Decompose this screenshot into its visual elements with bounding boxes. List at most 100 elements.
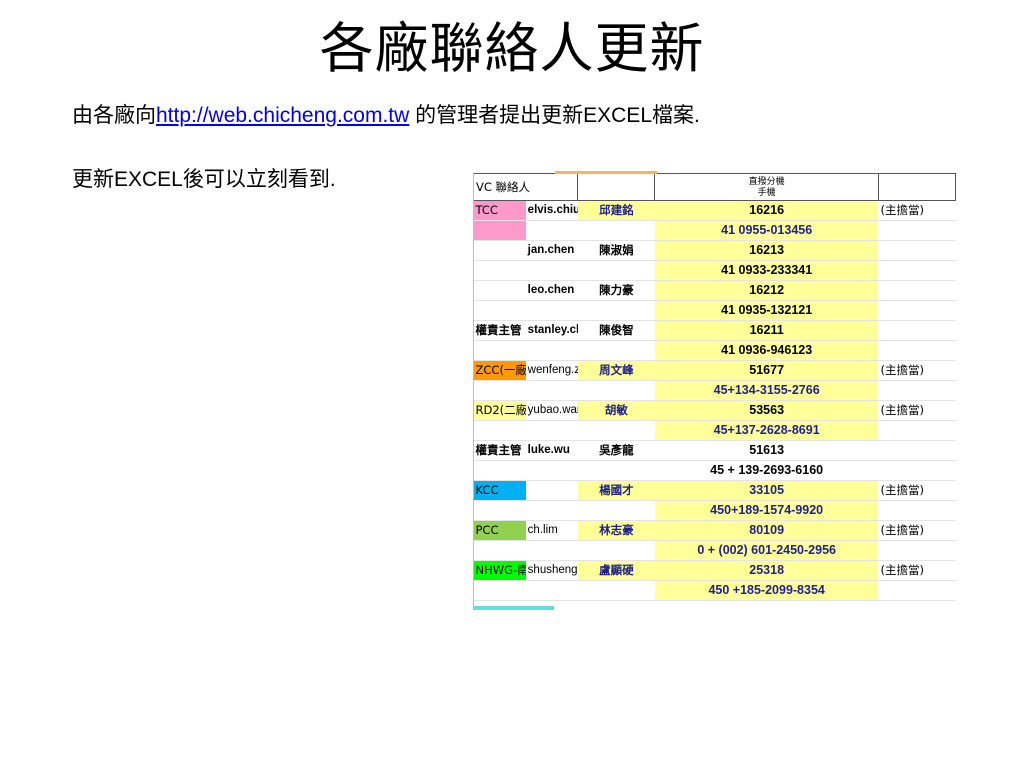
name-cell: 胡敏 xyxy=(577,400,655,421)
table-row: 權責主管 luke.wu 吳彥龍 51613 xyxy=(473,440,956,461)
role-cell xyxy=(878,280,956,301)
note-line: 更新EXCEL後可以立刻看到. xyxy=(72,168,336,191)
sheet-bottom-accent xyxy=(473,606,554,610)
name-cell xyxy=(577,420,655,441)
table-row: ZCC(一廠)wenfeng.zhou周文峰51677(主擔當) xyxy=(473,360,956,381)
name-cell xyxy=(577,380,655,401)
table-row: leo.chen 陳力豪 16212 xyxy=(473,280,956,301)
header-phone-cell: 直撥分機 手機 xyxy=(654,173,879,201)
name-cell xyxy=(577,260,655,281)
unit-cell xyxy=(473,240,526,261)
phone-cell: 51677 xyxy=(654,360,879,381)
phone-cell: 450+189-1574-9920 xyxy=(654,500,879,521)
account-cell: wenfeng.zhou xyxy=(525,360,578,381)
role-cell xyxy=(878,420,956,441)
name-cell: 吳彥龍 xyxy=(577,440,655,461)
account-cell: luke.wu xyxy=(525,440,578,461)
role-cell xyxy=(878,580,956,601)
role-cell: (主擔當) xyxy=(878,560,956,581)
table-body: TCC elvis.chiu 邱建銘 16216 (主擔當) 41 0955-013456… xyxy=(473,200,956,601)
account-cell xyxy=(525,540,578,561)
table-row: 41 0936-946123 xyxy=(473,340,956,361)
header-contact-label: VC 聯絡人 xyxy=(472,173,579,201)
phone-cell: 51613 xyxy=(654,440,879,461)
account-cell xyxy=(525,380,578,401)
website-link[interactable]: http://web.chicheng.com.tw xyxy=(156,104,409,127)
role-cell xyxy=(878,220,956,241)
phone-cell: 45+134-3155-2766 xyxy=(654,380,879,401)
table-row: TCC elvis.chiu 邱建銘 16216 (主擔當) xyxy=(473,200,956,221)
role-cell: (主擔當) xyxy=(878,480,956,501)
header-role-cell xyxy=(877,173,957,201)
name-cell: 陳力豪 xyxy=(577,280,655,301)
table-row: PCC ch.lim 林志豪 80109 (主擔當) xyxy=(473,520,956,541)
account-cell xyxy=(525,580,578,601)
name-cell xyxy=(577,340,655,361)
table-row: 450 +185-2099-8354 xyxy=(473,580,956,601)
unit-cell: PCC xyxy=(473,520,526,541)
role-cell xyxy=(878,300,956,321)
account-cell xyxy=(525,460,578,481)
phone-cell: 41 0936-946123 xyxy=(654,340,879,361)
phone-cell: 80109 xyxy=(654,520,879,541)
name-cell: 周文峰 xyxy=(577,360,655,381)
unit-cell: RD2(二廠) xyxy=(473,400,526,421)
unit-cell xyxy=(473,500,526,521)
role-cell xyxy=(878,540,956,561)
role-cell: (主擔當) xyxy=(878,200,956,221)
phone-cell: 16216 xyxy=(654,200,879,221)
role-cell xyxy=(878,460,956,481)
column-highlight-bar xyxy=(555,171,657,174)
instruction-prefix: 由各廠向 xyxy=(72,104,156,127)
unit-cell xyxy=(473,380,526,401)
name-cell: 盧顯硬 xyxy=(577,560,655,581)
account-cell: leo.chen xyxy=(525,280,578,301)
name-cell: 陳俊智 xyxy=(577,320,655,341)
unit-cell xyxy=(473,300,526,321)
unit-cell xyxy=(473,540,526,561)
phone-cell: 41 0933-233341 xyxy=(654,260,879,281)
role-cell xyxy=(878,340,956,361)
role-cell xyxy=(878,320,956,341)
slide-title: 各廠聯絡人更新 xyxy=(319,17,705,80)
role-cell: (主擔當) xyxy=(878,520,956,541)
phone-cell: 0 + (002) 601-2450-2956 xyxy=(654,540,879,561)
name-cell xyxy=(577,500,655,521)
role-cell xyxy=(878,240,956,261)
table-row: 45 + 139-2693-6160 xyxy=(473,460,956,481)
phone-cell: 450 +185-2099-8354 xyxy=(654,580,879,601)
account-cell xyxy=(525,340,578,361)
unit-cell: ZCC(一廠) xyxy=(473,360,526,381)
phone-cell: 16211 xyxy=(654,320,879,341)
account-cell: shusheng.wang xyxy=(525,560,578,581)
account-cell: elvis.chiu xyxy=(525,200,578,221)
role-cell xyxy=(878,440,956,461)
account-cell: ch.lim xyxy=(525,520,578,541)
name-cell: 陳淑娟 xyxy=(577,240,655,261)
header-extension-label: 直撥分機 xyxy=(748,176,785,186)
name-cell xyxy=(577,460,655,481)
header-mobile-label: 手機 xyxy=(757,187,776,197)
name-cell xyxy=(577,300,655,321)
unit-cell xyxy=(473,460,526,481)
unit-cell xyxy=(473,420,526,441)
contact-table: VC 聯絡人 直撥分機 手機 TCC elvis.chiu 邱建銘 16216 (主擔當… xyxy=(472,173,957,601)
phone-cell: 16213 xyxy=(654,240,879,261)
unit-cell xyxy=(473,280,526,301)
table-row: 41 0933-233341 xyxy=(473,260,956,281)
table-row: 45+134-3155-2766 xyxy=(473,380,956,401)
account-cell xyxy=(525,480,578,501)
table-row: KCC 楊國才 33105 (主擔當) xyxy=(473,480,956,501)
role-cell xyxy=(878,380,956,401)
header-name-cell xyxy=(577,173,656,201)
table-row: 41 0955-013456 xyxy=(473,220,956,241)
instruction-line: 由各廠向http://web.chicheng.com.tw 的管理者提出更新E… xyxy=(72,103,700,129)
phone-cell: 53563 xyxy=(654,400,879,421)
unit-cell xyxy=(473,580,526,601)
table-row: RD2(二廠)yubao.wang胡敏53563(主擔當) xyxy=(473,400,956,421)
unit-cell xyxy=(473,220,526,241)
phone-cell: 33105 xyxy=(654,480,879,501)
account-cell xyxy=(525,420,578,441)
unit-cell: KCC xyxy=(473,480,526,501)
table-header-row: VC 聯絡人 直撥分機 手機 xyxy=(472,173,957,201)
